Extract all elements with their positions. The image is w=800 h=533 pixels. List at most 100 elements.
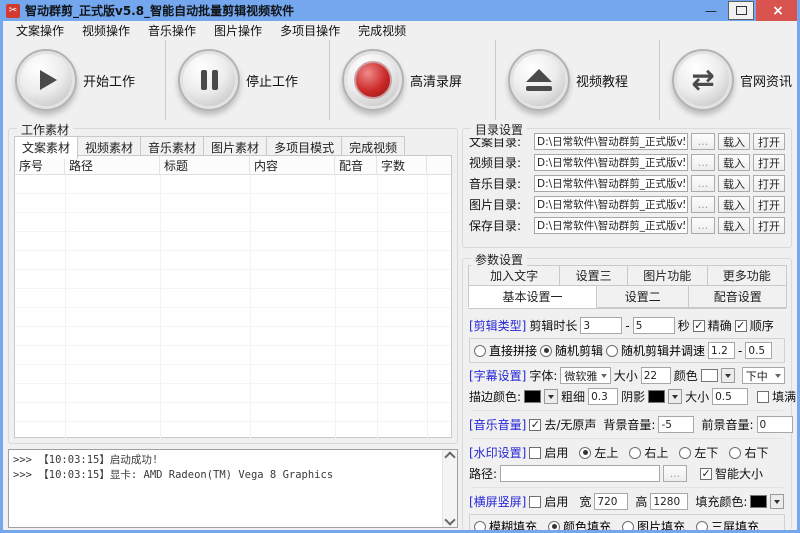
- image-directory-open-button[interactable]: 打开: [753, 196, 785, 213]
- column-header-wordcount[interactable]: 字数: [377, 156, 427, 174]
- start-work-circle[interactable]: [15, 49, 77, 111]
- font-select[interactable]: 微软雅: [560, 367, 610, 384]
- menu-item-music-ops[interactable]: 音乐操作: [139, 20, 205, 41]
- font-size-input[interactable]: [641, 367, 671, 384]
- watermark-bottomright-radio[interactable]: [729, 447, 741, 459]
- record-icon: [354, 61, 392, 99]
- tab-voiceover-settings[interactable]: 配音设置: [688, 285, 787, 308]
- tab-settings-three[interactable]: 设置三: [559, 265, 628, 286]
- watermark-path-input[interactable]: [500, 465, 660, 482]
- font-label: 字体:: [529, 367, 557, 384]
- video-tutorial-circle[interactable]: [508, 49, 570, 111]
- log-scrollbar[interactable]: [442, 450, 457, 527]
- music-directory-open-button[interactable]: 打开: [753, 175, 785, 192]
- stop-work-circle[interactable]: [178, 49, 240, 111]
- screen-record-button[interactable]: 高清录屏: [330, 40, 496, 120]
- official-news-circle[interactable]: ⇄: [672, 49, 734, 111]
- menu-item-image-ops[interactable]: 图片操作: [205, 20, 271, 41]
- save-directory-open-button[interactable]: 打开: [753, 217, 785, 234]
- copy-directory-load-button[interactable]: 载入: [718, 133, 750, 150]
- start-work-button[interactable]: 开始工作: [3, 40, 166, 120]
- scroll-up-icon[interactable]: [444, 451, 455, 462]
- outline-color-dropdown-icon[interactable]: [544, 389, 558, 404]
- save-directory-browse-button[interactable]: ...: [691, 217, 715, 234]
- copy-directory-open-button[interactable]: 打开: [753, 133, 785, 150]
- official-news-label: 官网资讯: [740, 71, 792, 90]
- clip-duration-max-input[interactable]: [633, 317, 675, 334]
- tab-add-text[interactable]: 加入文字: [468, 265, 560, 286]
- column-header-path[interactable]: 路径: [65, 156, 160, 174]
- video-tutorial-button[interactable]: 视频教程: [496, 40, 660, 120]
- shadow-color-swatch[interactable]: [648, 390, 665, 403]
- fill-checkbox[interactable]: [757, 391, 769, 403]
- shadow-size-input[interactable]: [712, 388, 748, 405]
- speed-to-input[interactable]: [745, 342, 772, 359]
- video-directory-load-button[interactable]: 载入: [718, 154, 750, 171]
- music-directory-row: 音乐目录: ... 载入 打开: [469, 175, 785, 192]
- maximize-button[interactable]: [728, 1, 754, 20]
- music-directory-load-button[interactable]: 载入: [718, 175, 750, 192]
- font-color-dropdown-icon[interactable]: [721, 368, 735, 383]
- music-directory-browse-button[interactable]: ...: [691, 175, 715, 192]
- materials-table[interactable]: 序号 路径 标题 内容 配音 字数: [14, 155, 452, 438]
- watermark-bottomleft-radio[interactable]: [679, 447, 691, 459]
- random-clip-radio[interactable]: [540, 345, 552, 357]
- scroll-down-icon[interactable]: [444, 514, 455, 525]
- tab-more-functions[interactable]: 更多功能: [707, 265, 788, 286]
- save-directory-input[interactable]: [534, 217, 688, 234]
- menu-item-multi-project-ops[interactable]: 多项目操作: [271, 20, 349, 41]
- column-header-title[interactable]: 标题: [160, 156, 250, 174]
- background-volume-input[interactable]: [658, 416, 694, 433]
- font-color-swatch[interactable]: [701, 369, 718, 382]
- tab-settings-two[interactable]: 设置二: [596, 285, 689, 308]
- shadow-color-dropdown-icon[interactable]: [668, 389, 682, 404]
- close-button[interactable]: ×: [756, 0, 800, 21]
- outline-color-swatch[interactable]: [524, 390, 541, 403]
- outline-weight-input[interactable]: [588, 388, 618, 405]
- speed-from-input[interactable]: [708, 342, 735, 359]
- screen-height-input[interactable]: [650, 493, 688, 510]
- random-clip-speed-radio[interactable]: [606, 345, 618, 357]
- foreground-volume-input[interactable]: [757, 416, 793, 433]
- fill-color-dropdown-icon[interactable]: [770, 494, 784, 509]
- subtitle-position-select[interactable]: 下中: [742, 367, 785, 384]
- menu-item-finished-video[interactable]: 完成视频: [349, 20, 415, 41]
- copy-directory-input[interactable]: [534, 133, 688, 150]
- video-directory-browse-button[interactable]: ...: [691, 154, 715, 171]
- smart-size-label: 智能大小: [715, 465, 763, 482]
- mute-original-checkbox[interactable]: ✓: [529, 419, 541, 431]
- minimize-button[interactable]: —: [696, 1, 726, 20]
- menu-item-video-ops[interactable]: 视频操作: [73, 20, 139, 41]
- screen-width-input[interactable]: [594, 493, 628, 510]
- screen-enable-checkbox[interactable]: [529, 496, 541, 508]
- stop-work-button[interactable]: 停止工作: [166, 40, 330, 120]
- watermark-browse-button[interactable]: ...: [663, 465, 687, 482]
- order-checkbox[interactable]: ✓: [735, 320, 747, 332]
- direct-splice-radio[interactable]: [474, 345, 486, 357]
- fill-color-swatch[interactable]: [750, 495, 767, 508]
- tab-image-functions[interactable]: 图片功能: [627, 265, 708, 286]
- log-text[interactable]: >>> 【10:03:15】启动成功! >>> 【10:03:15】显卡: AM…: [9, 450, 442, 527]
- accurate-checkbox[interactable]: ✓: [693, 320, 705, 332]
- music-directory-input[interactable]: [534, 175, 688, 192]
- screen-record-circle[interactable]: [342, 49, 404, 111]
- watermark-topright-radio[interactable]: [629, 447, 641, 459]
- menu-item-copy-ops[interactable]: 文案操作: [7, 20, 73, 41]
- smart-size-checkbox[interactable]: ✓: [700, 468, 712, 480]
- video-directory-input[interactable]: [534, 154, 688, 171]
- tab-copy-material[interactable]: 文案素材: [14, 136, 78, 159]
- tab-basic-settings-one[interactable]: 基本设置一: [468, 285, 597, 308]
- column-header-voiceover[interactable]: 配音: [335, 156, 377, 174]
- official-news-button[interactable]: ⇄ 官网资讯: [660, 40, 797, 120]
- copy-directory-browse-button[interactable]: ...: [691, 133, 715, 150]
- image-directory-input[interactable]: [534, 196, 688, 213]
- column-header-content[interactable]: 内容: [250, 156, 335, 174]
- image-directory-browse-button[interactable]: ...: [691, 196, 715, 213]
- clip-duration-min-input[interactable]: [580, 317, 622, 334]
- image-directory-load-button[interactable]: 载入: [718, 196, 750, 213]
- materials-table-body[interactable]: [15, 175, 451, 438]
- save-directory-load-button[interactable]: 载入: [718, 217, 750, 234]
- video-directory-open-button[interactable]: 打开: [753, 154, 785, 171]
- watermark-enable-checkbox[interactable]: [529, 447, 541, 459]
- watermark-topleft-radio[interactable]: [579, 447, 591, 459]
